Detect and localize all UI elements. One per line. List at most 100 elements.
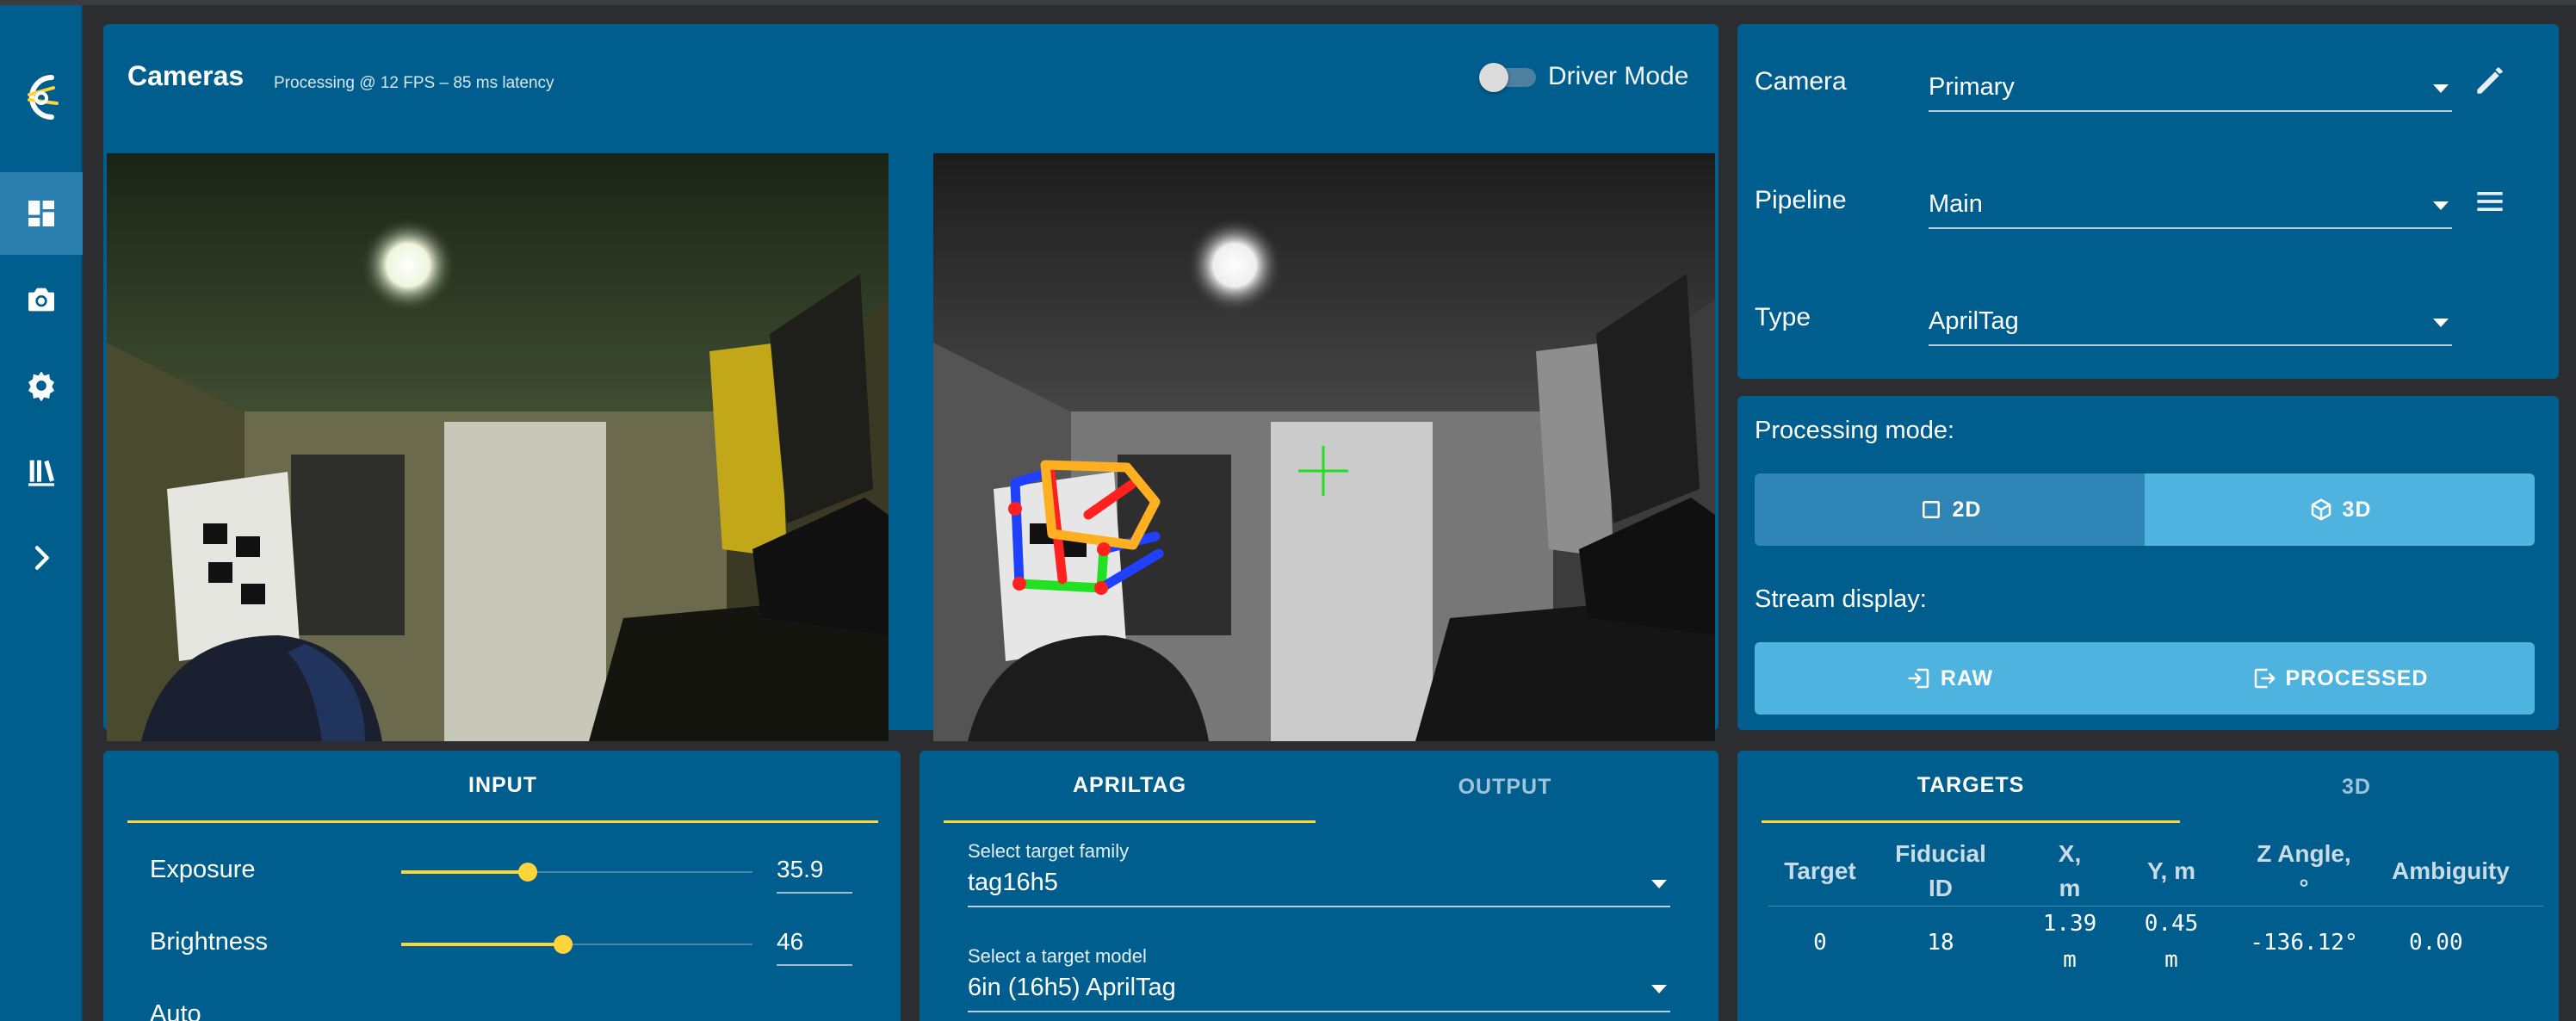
cell-x: 1.39 m [2027, 906, 2113, 978]
display-modes-panel: Processing mode: 2D 3D Stream display: R… [1737, 396, 2559, 730]
target-family-select[interactable]: tag16h5 [968, 859, 1670, 907]
cameras-panel: Cameras Processing @ 12 FPS – 85 ms late… [103, 24, 1718, 741]
brightness-slider[interactable] [401, 931, 752, 957]
app-logo-icon[interactable] [15, 65, 67, 131]
toggle-knob [1479, 63, 1508, 92]
cell-target: 0 [1813, 930, 1827, 956]
stream-display-label: Stream display: [1755, 585, 1927, 613]
mode-2d-button[interactable]: 2D [1755, 473, 2145, 546]
input-icon [1908, 668, 1929, 689]
header-line: m [2059, 875, 2081, 901]
brightness-input[interactable]: 46 [777, 926, 852, 966]
cell-y-value: 0.45 [2144, 911, 2199, 937]
header-line: Z Angle, [2257, 840, 2351, 867]
processed-stream-view [933, 153, 1715, 741]
header-line: Target [1784, 857, 1856, 884]
pipeline-select[interactable]: Main [1929, 174, 2452, 229]
pipeline-menu-button[interactable] [2471, 183, 2509, 220]
chevron-down-icon [2433, 319, 2449, 327]
nav-expand[interactable] [0, 517, 83, 599]
slider-thumb[interactable] [553, 935, 573, 954]
col-header-x: X, m [2027, 837, 2113, 906]
type-select-value: AprilTag [1929, 307, 2019, 335]
target-family-value: tag16h5 [968, 869, 1058, 896]
cell-z-angle: -136.12° [2250, 930, 2358, 956]
raw-stream-label: RAW [1940, 665, 1994, 690]
header-line: Ambiguity [2392, 857, 2510, 884]
pencil-icon [2477, 67, 2503, 94]
cell-y-unit: m [2164, 947, 2178, 973]
exposure-label: Exposure [150, 856, 256, 883]
docs-icon [28, 460, 54, 486]
mode-3d-label: 3D [2342, 497, 2372, 522]
camera-icon [28, 288, 54, 312]
cell-x-unit: m [2063, 947, 2077, 973]
processing-status: Processing @ 12 FPS – 85 ms latency [274, 74, 554, 92]
col-header-y: Y, m [2120, 854, 2223, 888]
nav-settings[interactable] [0, 344, 83, 427]
driver-mode-label: Driver Mode [1548, 62, 1689, 90]
cell-ambiguity: 0.00 [2409, 930, 2463, 956]
pipeline-label: Pipeline [1755, 186, 1847, 214]
stream-display-toggle: RAW PROCESSED [1755, 642, 2535, 715]
slider-fill [401, 943, 563, 946]
tab-output[interactable]: OUTPUT [1317, 751, 1693, 823]
mode-2d-label: 2D [1952, 497, 1982, 522]
chevron-down-icon [1651, 985, 1667, 993]
camera-select-value: Primary [1929, 73, 2015, 101]
cell-y: 0.45 m [2120, 906, 2223, 978]
nav-dashboard[interactable] [0, 172, 83, 255]
header-line: Fiducial [1895, 840, 1986, 867]
raw-stream-button[interactable]: RAW [1755, 642, 2145, 715]
tab-input[interactable]: INPUT [127, 751, 878, 823]
targets-panel: TARGETS 3D Target Fiducial ID X, m Y, m Z … [1737, 751, 2559, 1021]
header-line: X, [2058, 840, 2082, 867]
cell-x-value: 1.39 [2042, 911, 2097, 937]
tab-apriltag[interactable]: APRILTAG [944, 751, 1316, 823]
dashboard-icon [28, 201, 54, 226]
processed-stream-label: PROCESSED [2285, 665, 2429, 690]
chevron-right-icon [34, 546, 49, 570]
chevron-down-icon [2433, 201, 2449, 210]
col-header-ambiguity: Ambiguity [2392, 854, 2547, 888]
top-strip [0, 0, 2576, 5]
slider-thumb[interactable] [517, 863, 537, 882]
processing-mode-label: Processing mode: [1755, 417, 1955, 444]
camera-label: Camera [1755, 67, 1847, 96]
chevron-down-icon [2433, 84, 2449, 93]
auto-exposure-label: Auto [150, 1000, 201, 1021]
cube-icon [2311, 498, 2331, 521]
exposure-slider[interactable] [401, 859, 752, 885]
pipeline-select-value: Main [1929, 190, 1983, 218]
input-settings-panel: INPUT Exposure 35.9 Brightness 46 Auto [103, 751, 901, 1021]
header-line: ° [2299, 875, 2309, 901]
nav-docs[interactable] [0, 430, 83, 513]
target-model-select[interactable]: 6in (16h5) AprilTag [968, 964, 1670, 1012]
col-header-fiducial-id: Fiducial ID [1880, 837, 2001, 906]
camera-select[interactable]: Primary [1929, 57, 2452, 112]
mode-3d-button[interactable]: 3D [2145, 473, 2535, 546]
menu-icon [2477, 192, 2503, 211]
tab-3d[interactable]: 3D [2182, 751, 2531, 823]
apriltag-settings-panel: APRILTAG OUTPUT Select target family tag… [920, 751, 1718, 1021]
tab-targets[interactable]: TARGETS [1762, 751, 2180, 823]
processed-stream-button[interactable]: PROCESSED [2145, 642, 2535, 715]
nav-cameras[interactable] [0, 258, 83, 341]
col-header-target: Target [1768, 854, 1872, 888]
type-select[interactable]: AprilTag [1929, 291, 2452, 346]
exposure-input[interactable]: 35.9 [777, 854, 852, 894]
square-icon [1922, 501, 1940, 518]
output-icon [2254, 668, 2275, 689]
driver-mode-toggle[interactable] [1479, 63, 1536, 92]
header-line: ID [1929, 875, 1953, 901]
brightness-label: Brightness [150, 928, 269, 956]
chevron-down-icon [1651, 880, 1667, 888]
raw-stream-view [107, 153, 889, 741]
target-model-value: 6in (16h5) AprilTag [968, 974, 1176, 1001]
cameras-title: Cameras [127, 60, 245, 91]
slider-fill [401, 870, 528, 874]
gear-icon [28, 371, 54, 402]
sidebar [0, 5, 83, 1021]
processing-mode-toggle: 2D 3D [1755, 473, 2535, 546]
edit-camera-button[interactable] [2471, 62, 2509, 100]
